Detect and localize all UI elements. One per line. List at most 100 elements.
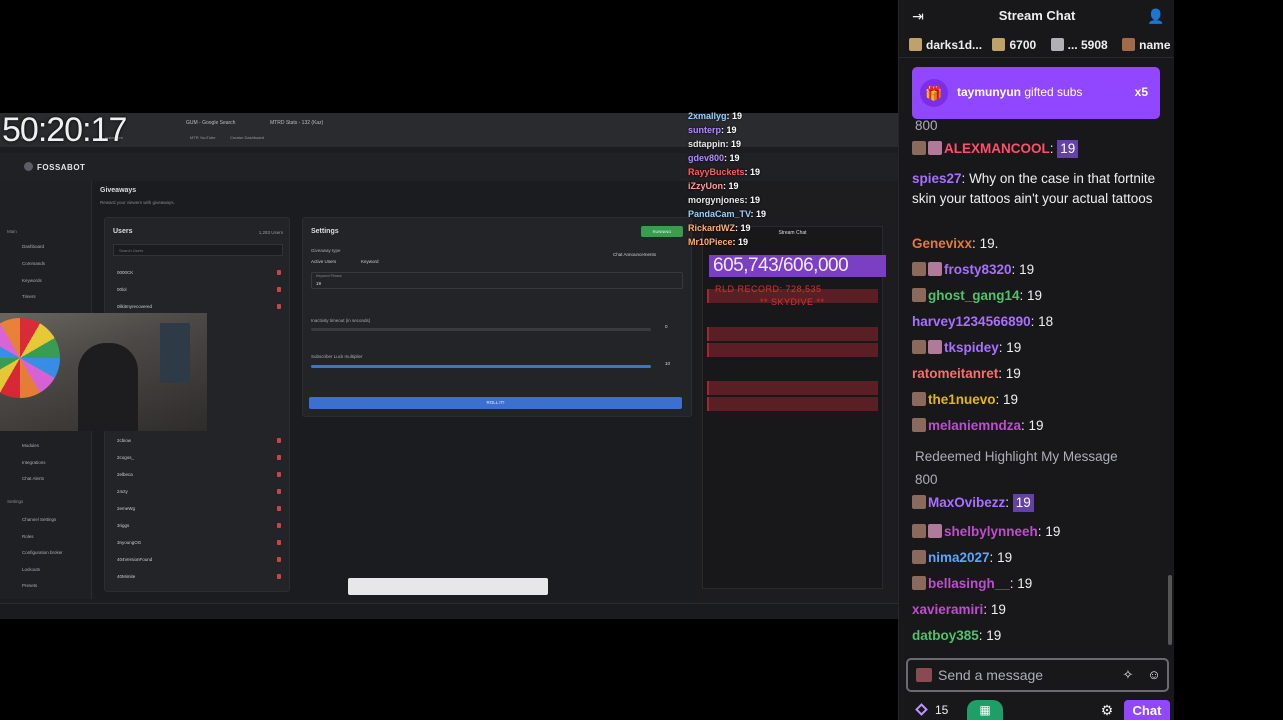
sidebar-section: Main	[7, 229, 17, 234]
chat-username[interactable]: the1nuevo	[928, 392, 996, 407]
chat-message[interactable]: the1nuevo: 19	[912, 390, 1160, 410]
prediction-button[interactable]: ▦	[967, 700, 1003, 720]
chat-message-text: 19	[1045, 524, 1061, 539]
chat-input[interactable]: Send a message ✧ ☺	[906, 658, 1169, 692]
chat-message-text: 19	[1012, 494, 1034, 512]
channel-points-icon	[915, 703, 928, 716]
captured-chat-row	[707, 446, 878, 455]
chat-username[interactable]: xavieramiri	[912, 602, 983, 617]
chat-username[interactable]: shelbylynneeh	[944, 524, 1038, 539]
chat-username[interactable]: Genevixx	[912, 236, 972, 251]
chat-username[interactable]: melaniemndza	[928, 418, 1021, 433]
chat-message[interactable]: frosty8320: 19	[912, 260, 1160, 280]
user-row: 2cogos_	[117, 455, 281, 460]
sidebar-item: Modules	[22, 443, 40, 448]
captured-chat-row	[707, 424, 878, 433]
captured-chat-window: Stream Chat	[702, 226, 883, 589]
emote-picker-icon[interactable]: ☺	[1146, 667, 1162, 683]
chat-message[interactable]: Genevixx: 19.	[912, 234, 1160, 254]
keyword-field: Keyword Phrase 19	[311, 272, 683, 289]
chat-username[interactable]: datboy385	[912, 628, 979, 643]
chat-message[interactable]: MaxOvibezz: 19	[912, 493, 1160, 513]
chat-username[interactable]: nima2027	[928, 550, 990, 565]
leaderboard-entry: darks1d...	[909, 32, 982, 57]
user-row: 3nyoungOG	[117, 540, 281, 545]
sidebar-item: Keywords	[22, 278, 42, 283]
chat-send-button[interactable]: Chat	[1124, 700, 1170, 720]
sidebar-item: Configuration broker	[22, 550, 63, 555]
sidebar-item: Commands	[22, 261, 46, 266]
multiplier-label: Subscriber Luck multiplier	[311, 354, 363, 359]
chat-message-text: 19	[1057, 140, 1079, 158]
bookmark: Creator Dashboard	[230, 135, 265, 140]
gift-leaderboard[interactable]: darks1d... 6700 ... 5908 name	[899, 32, 1174, 58]
chat-message[interactable]: bellasingh__: 19	[912, 574, 1160, 594]
channel-points[interactable]: 15	[915, 703, 948, 717]
chat-username[interactable]: tkspidey	[944, 340, 999, 355]
cookie-banner	[348, 578, 548, 595]
chat-message-text: 19	[1003, 392, 1019, 407]
chat-username[interactable]: spies27	[912, 171, 962, 186]
chat-message[interactable]: tkspidey: 19	[912, 338, 1160, 358]
user-badge-icon	[928, 524, 942, 538]
sidebar-item: Timers	[22, 294, 36, 299]
captured-chat-row	[707, 316, 878, 325]
page-subtitle: Reward your viewers with giveaways.	[100, 200, 175, 205]
chat-message[interactable]: datboy385: 19	[912, 626, 1160, 646]
overlay-chat: 2xmallyg: 19 sunterp: 19 sdtappin: 19 gdev8…	[688, 111, 888, 251]
chat-message[interactable]: xavieramiri: 19	[912, 600, 1160, 620]
user-row: 00lol	[117, 287, 281, 292]
chat-message[interactable]: shelbylynneeh: 19	[912, 522, 1160, 542]
page-margin	[1174, 0, 1283, 720]
chat-scrollbar-thumb[interactable]	[1168, 575, 1172, 645]
sidebar-item: Roles	[22, 534, 34, 539]
chat-message[interactable]: spies27: Why on the case in that fortnit…	[912, 169, 1160, 208]
captured-chat-row	[707, 327, 878, 341]
chat-message[interactable]: ALEXMANCOOL: 19	[912, 139, 1160, 159]
chat-username[interactable]: MaxOvibezz	[928, 495, 1005, 510]
user-badge-icon	[912, 340, 926, 354]
user-row: 2emeWg	[117, 506, 281, 511]
streamer	[78, 343, 138, 431]
webcam-overlay	[0, 313, 207, 431]
chat-username[interactable]: ALEXMANCOOL	[944, 141, 1050, 156]
subs-goal-counter: 605,743/606,000	[709, 255, 886, 277]
overlay-chat-line: sunterp: 19	[688, 125, 737, 135]
chat-message[interactable]: ratomeitanret: 19	[912, 364, 1160, 384]
chat-username[interactable]: harvey1234566890	[912, 314, 1031, 329]
sidebar-item: Presets	[22, 583, 38, 588]
chat-message[interactable]: harvey1234566890: 18	[912, 312, 1160, 332]
browser-tab: MTRD Stats - 132 (Kaz)	[270, 120, 324, 126]
community-icon[interactable]: 👤	[1147, 8, 1164, 24]
windows-taskbar	[0, 603, 898, 619]
chat-message-text: 19.	[979, 236, 999, 251]
user-row: 3riggs	[117, 523, 281, 528]
chat-username[interactable]: bellasingh__	[928, 576, 1010, 591]
chat-username[interactable]: ghost_gang14	[928, 288, 1020, 303]
captured-chat-row	[707, 359, 878, 368]
user-badge-icon	[928, 141, 942, 155]
users-count: 1,283 Users	[258, 230, 283, 235]
chat-message[interactable]: ghost_gang14: 19	[912, 286, 1160, 306]
chat-username[interactable]: frosty8320	[944, 262, 1012, 277]
chat-header: ⇥ Stream Chat 👤	[899, 0, 1174, 32]
chat-message[interactable]: melaniemndza: 19	[912, 416, 1160, 436]
sidebar-section: Settings	[7, 499, 24, 504]
chat-system-line: 800	[915, 118, 938, 133]
chat-system-line: 800	[915, 472, 938, 487]
bits-icon[interactable]: ✧	[1120, 667, 1136, 683]
chat-scrollbar[interactable]	[1168, 65, 1172, 650]
prize-wheel	[0, 318, 60, 398]
chat-settings-icon[interactable]: ⚙	[1099, 702, 1115, 718]
subathon-timer: 50:20:17	[2, 111, 127, 149]
user-row: 0ilkitmyrecovered	[117, 304, 281, 309]
chat-username[interactable]: ratomeitanret	[912, 366, 998, 381]
chat-message[interactable]: nima2027: 19	[912, 548, 1160, 568]
gifted-subs-banner[interactable]: 🎁 taymunyun gifted subs x5	[912, 67, 1160, 119]
user-row: 24cty	[117, 489, 281, 494]
overlay-chat-line: morgynjones: 19	[688, 195, 761, 205]
giveaway-type-label: Giveaway type	[311, 248, 341, 253]
video-player[interactable]: GUM - Google Search MTRD Stats - 132 (Ka…	[0, 0, 898, 720]
chat-message-text: 19	[1028, 418, 1044, 433]
chat-message-text: 19	[997, 550, 1013, 565]
